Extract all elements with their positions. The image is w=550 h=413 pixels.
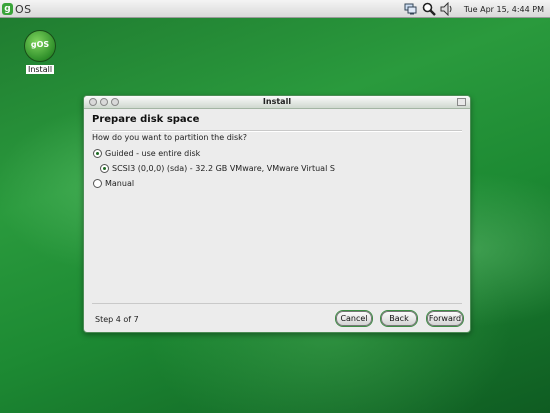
- footer-divider: [92, 303, 462, 304]
- window-title: Install: [262, 97, 292, 106]
- clock[interactable]: Tue Apr 15, 4:44 PM: [464, 5, 544, 14]
- desktop-icon-install[interactable]: gOS Install: [22, 30, 58, 74]
- installer-window: Install Prepare disk space How do you wa…: [83, 95, 471, 333]
- window-titlebar[interactable]: Install: [84, 96, 470, 109]
- page-heading: Prepare disk space: [92, 114, 200, 125]
- heading-divider: [92, 130, 462, 132]
- install-disc-icon: gOS: [24, 30, 56, 62]
- system-tray: Tue Apr 15, 4:44 PM: [404, 0, 550, 18]
- option-manual[interactable]: Manual: [93, 179, 134, 188]
- window-shade-button[interactable]: [457, 98, 466, 106]
- desktop-icon-label: Install: [25, 65, 55, 74]
- install-icon-badge: gOS: [30, 40, 50, 49]
- magnifier-icon[interactable]: [422, 2, 436, 16]
- gos-logo-icon: g: [2, 3, 13, 15]
- option-guided-label: Guided - use entire disk: [105, 149, 201, 158]
- radio-manual[interactable]: [93, 179, 102, 188]
- top-panel: g OS Tue Apr 15, 4:44 PM: [0, 0, 550, 18]
- option-disk-sda-label: SCSI3 (0,0,0) (sda) - 32.2 GB VMware, VM…: [112, 164, 335, 173]
- option-manual-label: Manual: [105, 179, 135, 188]
- gos-menu-button[interactable]: g OS: [2, 2, 32, 16]
- cancel-button[interactable]: Cancel: [336, 311, 372, 326]
- radio-disk-sda[interactable]: [100, 164, 109, 173]
- back-button[interactable]: Back: [381, 311, 417, 326]
- volume-icon[interactable]: [440, 2, 454, 16]
- network-icon[interactable]: [404, 2, 418, 16]
- gos-logo-text: OS: [15, 2, 32, 16]
- forward-button[interactable]: Forward: [427, 311, 463, 326]
- partition-question: How do you want to partition the disk?: [92, 133, 248, 142]
- step-indicator: Step 4 of 7: [95, 315, 139, 324]
- radio-guided[interactable]: [93, 149, 102, 158]
- option-guided[interactable]: Guided - use entire disk: [93, 149, 200, 158]
- option-disk-sda[interactable]: SCSI3 (0,0,0) (sda) - 32.2 GB VMware, VM…: [100, 164, 335, 173]
